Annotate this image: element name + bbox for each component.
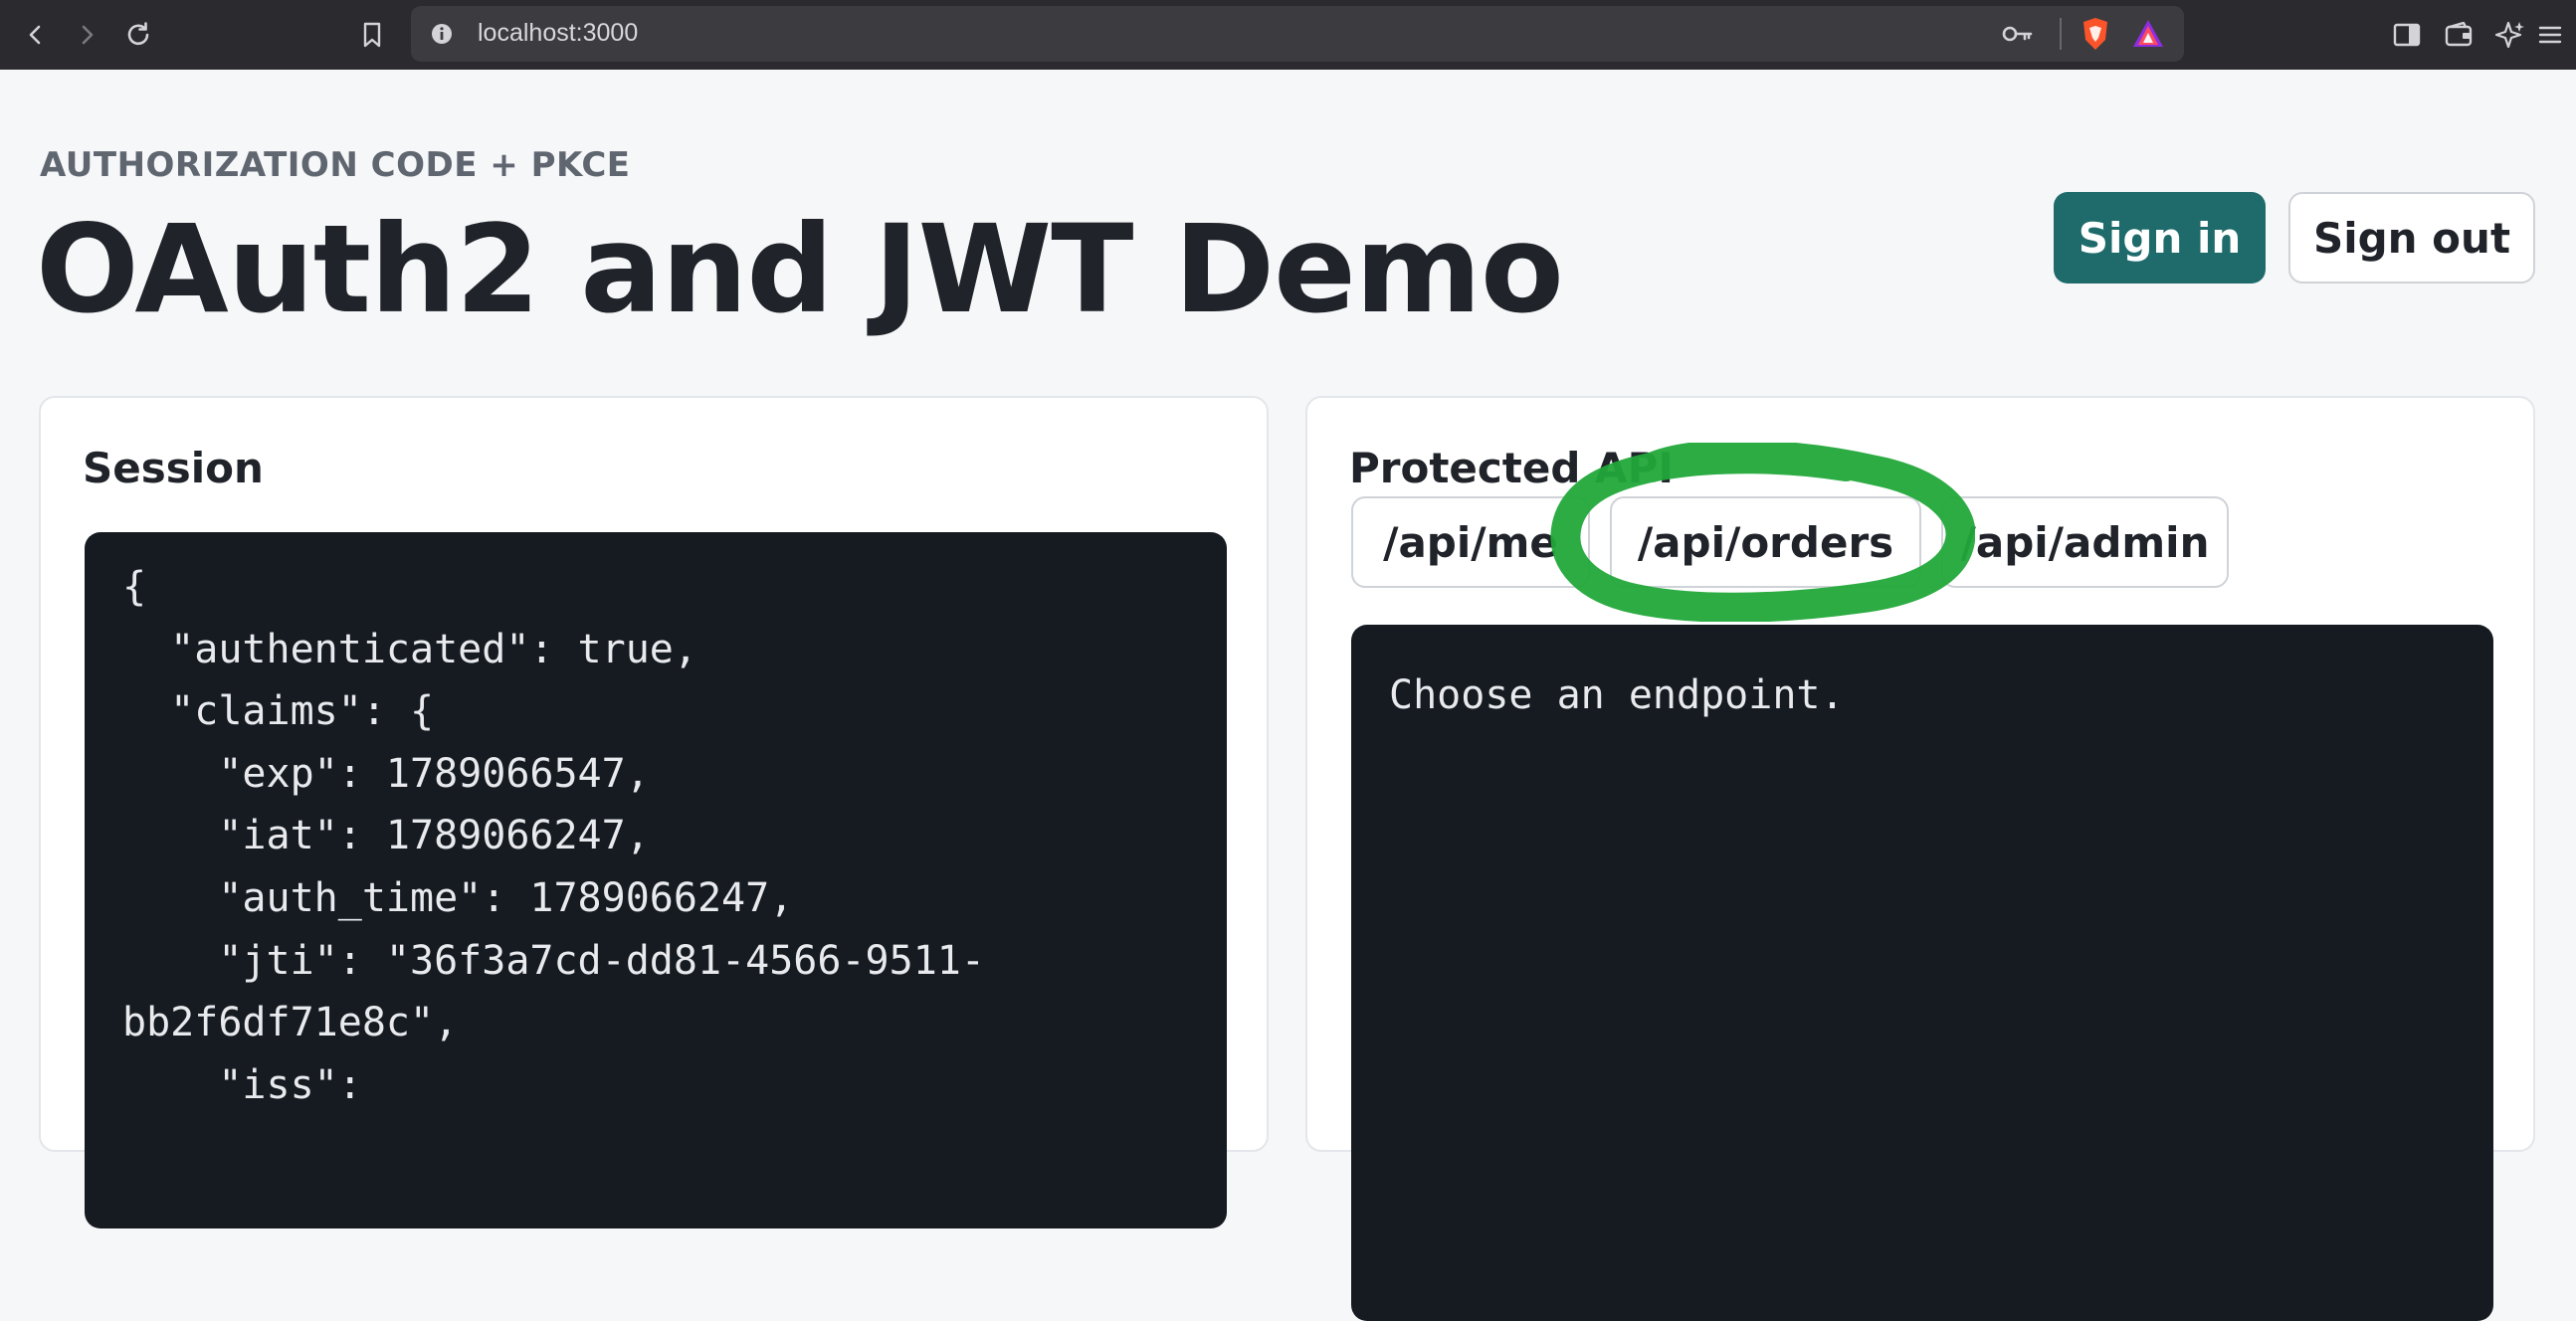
key-icon[interactable] <box>2000 20 2034 52</box>
forward-arrow-icon[interactable] <box>64 12 109 58</box>
endpoint-me-button[interactable]: /api/me <box>1351 496 1590 588</box>
sign-in-button[interactable]: Sign in <box>2054 192 2266 283</box>
protected-api-card: Protected API /api/me /api/orders /api/a… <box>1305 396 2535 1321</box>
api-response-output: Choose an endpoint. <box>1351 625 2493 1321</box>
browser-toolbar: localhost:3000 <box>0 0 2576 70</box>
session-card: Session { "authenticated": true, "claims… <box>39 396 1269 1228</box>
reload-icon[interactable] <box>115 12 161 58</box>
sign-out-button[interactable]: Sign out <box>2288 192 2535 283</box>
bookmark-icon[interactable] <box>349 12 395 58</box>
address-bar[interactable]: localhost:3000 <box>411 6 2184 62</box>
back-arrow-icon[interactable] <box>13 12 59 58</box>
menu-icon[interactable] <box>2530 12 2570 58</box>
page-title: OAuth2 and JWT Demo <box>36 199 1564 340</box>
endpoint-orders-button[interactable]: /api/orders <box>1610 496 1921 588</box>
toolbar-divider <box>2060 18 2062 50</box>
site-info-icon[interactable] <box>428 20 456 52</box>
page-eyebrow: AUTHORIZATION CODE + PKCE <box>40 145 631 185</box>
brave-rewards-icon[interactable] <box>2131 17 2165 55</box>
endpoint-admin-button[interactable]: /api/admin <box>1941 496 2229 588</box>
brave-shield-icon[interactable] <box>2079 16 2112 56</box>
leo-ai-icon[interactable] <box>2487 12 2533 58</box>
protected-api-title: Protected API <box>1349 444 1674 492</box>
url-text[interactable]: localhost:3000 <box>478 19 638 48</box>
wallet-icon[interactable] <box>2436 12 2481 58</box>
session-json: { "authenticated": true, "claims": { "ex… <box>85 532 1227 1228</box>
sidebar-icon[interactable] <box>2384 12 2430 58</box>
session-title: Session <box>83 444 264 492</box>
